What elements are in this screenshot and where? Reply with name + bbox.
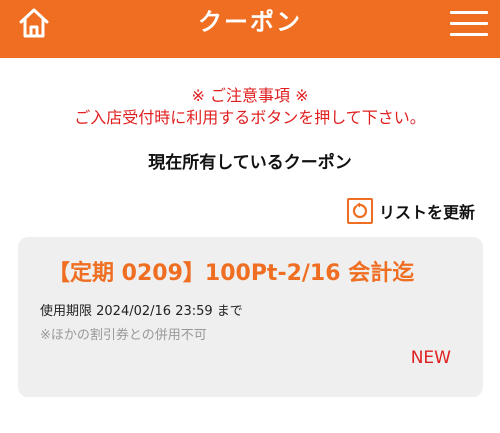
app-header: クーポン <box>0 0 500 58</box>
refresh-list-button[interactable]: リストを更新 <box>346 197 475 225</box>
page-title: クーポン <box>198 8 302 36</box>
coupon-expiry: 使用期限 2024/02/16 23:59 まで <box>40 304 243 319</box>
coupon-note: ※ほかの割引券との併用不可 <box>40 328 207 343</box>
usage-notice: ※ ご注意事項 ※ ご入店受付時に利用するボタンを押して下さい。 <box>0 85 500 129</box>
coupon-card[interactable]: 【定期 0209】100Pt-2/16 会計迄 使用期限 2024/02/16 … <box>18 237 483 397</box>
refresh-icon <box>346 198 373 224</box>
menu-button[interactable] <box>450 8 488 38</box>
notice-heading: ※ ご注意事項 ※ <box>191 86 309 105</box>
refresh-list-label: リストを更新 <box>378 203 475 222</box>
new-badge: NEW <box>410 348 451 368</box>
owned-coupons-heading: 現在所有しているクーポン <box>148 153 352 173</box>
coupon-page: クーポン ※ ご注意事項 ※ ご入店受付時に利用するボタンを押して下さい。 現在… <box>0 0 500 433</box>
notice-text: ご入店受付時に利用するボタンを押して下さい。 <box>74 108 426 127</box>
coupon-title: 【定期 0209】100Pt-2/16 会計迄 <box>48 261 415 286</box>
